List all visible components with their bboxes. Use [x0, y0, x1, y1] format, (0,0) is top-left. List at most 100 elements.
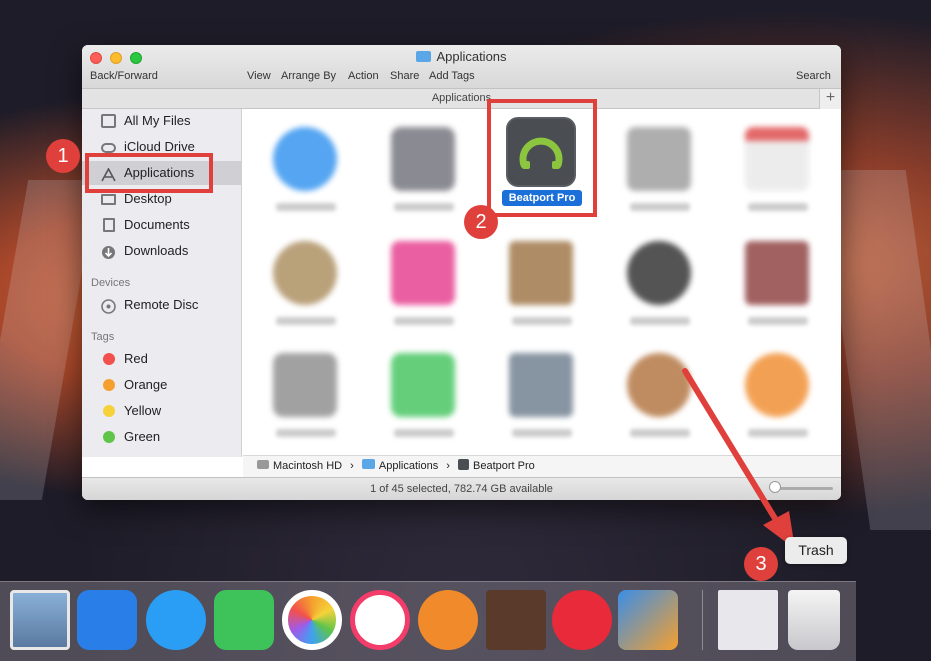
new-tab-button[interactable]: + [819, 89, 841, 109]
beatport-small-icon [458, 459, 469, 470]
drag-arrow [682, 368, 795, 549]
trash-icon[interactable] [788, 590, 840, 650]
devices-header: Devices [91, 277, 131, 289]
path-disk[interactable]: Macintosh HD [273, 460, 342, 472]
messages-icon[interactable] [146, 590, 206, 650]
sidebar-item-label: Green [124, 429, 161, 444]
sidebar-item-label: Documents [124, 217, 190, 232]
dock-separator [702, 590, 703, 650]
action-button[interactable]: Action [348, 70, 379, 82]
blurred-label [748, 317, 808, 325]
facetime-dock-icon[interactable] [214, 590, 274, 650]
sidebar-item-label: Desktop [124, 191, 172, 206]
sidebar-tag-yellow[interactable]: Yellow [82, 399, 242, 423]
app-store-icon [273, 127, 337, 191]
step2-badge: 2 [464, 205, 498, 239]
photos-icon[interactable] [282, 590, 342, 650]
video-recorder-icon[interactable] [552, 590, 612, 650]
folder-icon [361, 459, 375, 469]
app-item[interactable] [369, 229, 479, 339]
dictionary-icon [745, 241, 809, 305]
path-separator: › [446, 460, 450, 472]
sidebar-item-label: iCloud Drive [124, 139, 195, 154]
step2-highlight-box [487, 99, 597, 217]
preview-icon[interactable] [10, 590, 70, 650]
cloud-icon [101, 143, 116, 153]
app-item[interactable] [487, 229, 597, 339]
step3-badge: 3 [744, 547, 778, 581]
app-item[interactable] [605, 229, 715, 339]
sidebar-item-label: All My Files [124, 113, 191, 128]
search-button[interactable]: Search [796, 70, 831, 82]
step1-highlight-box [85, 153, 213, 193]
app-item[interactable] [369, 341, 479, 451]
window-title: Applications [82, 49, 841, 64]
dvd-player-icon [273, 353, 337, 417]
blurred-label [630, 317, 690, 325]
path-app[interactable]: Beatport Pro [473, 460, 535, 472]
app-item[interactable] [251, 115, 361, 225]
blurred-label [394, 429, 454, 437]
arrange-by-button[interactable]: Arrange By [281, 70, 336, 82]
sidekick-icon[interactable] [618, 590, 678, 650]
blurred-label [748, 203, 808, 211]
disc-icon [101, 298, 116, 314]
path-separator: › [350, 460, 354, 472]
blurred-label [276, 317, 336, 325]
contacts-icon [509, 241, 573, 305]
downloads-stack-icon[interactable] [718, 590, 778, 650]
sidebar-tag-red[interactable]: Red [82, 347, 242, 371]
sidebar-item-label: Yellow [124, 403, 162, 418]
itunes-icon[interactable] [350, 590, 410, 650]
back-forward-button[interactable]: Back/Forward [90, 70, 158, 82]
app-item[interactable] [605, 115, 715, 225]
sidebar-item-label: Remote Disc [124, 297, 199, 312]
photo-booth-icon[interactable] [486, 590, 546, 650]
tag-color-dot [103, 379, 115, 391]
sidebar-item-all-my-files[interactable]: All My Files [82, 109, 242, 133]
blurred-label [512, 317, 572, 325]
trash-tooltip: Trash [785, 537, 847, 564]
sidebar-tag-orange[interactable]: Orange [82, 373, 242, 397]
sidebar-item-label: Orange [124, 377, 168, 392]
calendar-icon [745, 127, 809, 191]
app-item[interactable] [723, 229, 833, 339]
app-item[interactable] [369, 115, 479, 225]
app-item[interactable] [487, 341, 597, 451]
tab-title: Applications [82, 89, 841, 109]
sidebar-item-label: Red [124, 351, 148, 366]
sidebar-item-documents[interactable]: Documents [82, 213, 242, 237]
folder-icon [416, 51, 432, 62]
chess-icon [273, 241, 337, 305]
downloads-icon [101, 244, 116, 259]
step1-badge: 1 [46, 139, 80, 173]
blurred-label [512, 429, 572, 437]
blurred-label [394, 203, 454, 211]
all-files-icon [101, 114, 116, 128]
tag-color-dot [103, 353, 115, 365]
add-tags-button[interactable]: Add Tags [429, 70, 475, 82]
title-bar[interactable]: Applications Back/Forward View Arrange B… [82, 45, 841, 89]
view-button[interactable]: View [247, 70, 271, 82]
tag-color-dot [103, 431, 115, 443]
sidebar-item-downloads[interactable]: Downloads [82, 239, 242, 263]
share-button[interactable]: Share [390, 70, 419, 82]
blurred-label [276, 429, 336, 437]
xcode-icon[interactable] [77, 590, 137, 650]
sidebar-tag-green[interactable]: Green [82, 425, 242, 449]
disk-icon [257, 460, 269, 469]
sidebar-tag-blue-clip [82, 451, 242, 457]
app-item[interactable] [723, 115, 833, 225]
app-item[interactable] [251, 341, 361, 451]
blurred-label [394, 317, 454, 325]
calculator-icon [627, 127, 691, 191]
app-item[interactable] [251, 229, 361, 339]
cleanmymac-icon [391, 241, 455, 305]
sidebar-item-remote-disc[interactable]: Remote Disc [82, 293, 242, 317]
documents-icon [103, 218, 115, 232]
ibooks-dock-icon[interactable] [418, 590, 478, 650]
tag-color-dot [103, 405, 115, 417]
desktop-icon [101, 194, 116, 205]
blurred-label [630, 203, 690, 211]
path-folder[interactable]: Applications [379, 460, 438, 472]
